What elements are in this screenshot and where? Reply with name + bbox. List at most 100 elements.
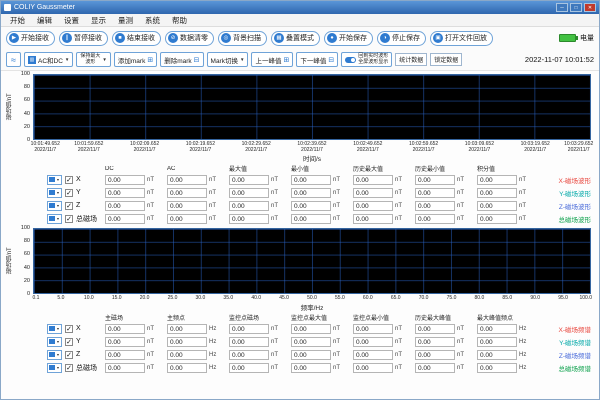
series-style-dropdown[interactable]: ▼ bbox=[47, 201, 62, 211]
stop-save-button[interactable]: ◑停止保存 bbox=[377, 31, 426, 46]
stop-receive-button[interactable]: ■结束接收 bbox=[112, 31, 161, 46]
value-field[interactable]: 0.00 bbox=[229, 201, 269, 211]
value-field[interactable]: 0.00 bbox=[291, 175, 331, 185]
value-field[interactable]: 0.00 bbox=[353, 214, 393, 224]
value-field[interactable]: 0.00 bbox=[477, 337, 517, 347]
value-field[interactable]: 0.00 bbox=[229, 324, 269, 334]
value-field[interactable]: 0.00 bbox=[229, 350, 269, 360]
value-field[interactable]: 0.00 bbox=[229, 188, 269, 198]
series-style-dropdown[interactable]: ▼ bbox=[47, 337, 62, 347]
value-field[interactable]: 0.00 bbox=[353, 201, 393, 211]
menu-item-5[interactable]: 量测 bbox=[113, 14, 138, 27]
value-field[interactable]: 0.00 bbox=[415, 201, 455, 211]
value-field[interactable]: 0.00 bbox=[105, 214, 145, 224]
value-field[interactable]: 0.00 bbox=[105, 201, 145, 211]
value-field[interactable]: 0.00 bbox=[167, 324, 207, 334]
value-field[interactable]: 0.00 bbox=[291, 201, 331, 211]
value-field[interactable]: 0.00 bbox=[415, 363, 455, 373]
close-button[interactable]: ✕ bbox=[584, 3, 596, 12]
value-field[interactable]: 0.00 bbox=[167, 175, 207, 185]
value-field[interactable]: 0.00 bbox=[291, 324, 331, 334]
minimize-button[interactable]: ─ bbox=[556, 3, 568, 12]
value-field[interactable]: 0.00 bbox=[353, 337, 393, 347]
series-style-dropdown[interactable]: ▼ bbox=[47, 324, 62, 334]
value-field[interactable]: 0.00 bbox=[415, 214, 455, 224]
acdc-mode-select[interactable]: ▥ AC和DC ▼ bbox=[24, 52, 73, 67]
value-field[interactable]: 0.00 bbox=[105, 350, 145, 360]
value-field[interactable]: 0.00 bbox=[291, 214, 331, 224]
series-checkbox[interactable]: ✓ bbox=[65, 189, 73, 197]
value-field[interactable]: 0.00 bbox=[167, 201, 207, 211]
value-field[interactable]: 0.00 bbox=[167, 337, 207, 347]
menu-item-2[interactable]: 编辑 bbox=[32, 14, 57, 27]
fullscreen-toggle-button[interactable]: 回到实时波形 全屏波形显示 bbox=[341, 52, 392, 67]
series-style-dropdown[interactable]: ▼ bbox=[47, 350, 62, 360]
value-field[interactable]: 0.00 bbox=[477, 214, 517, 224]
series-style-dropdown[interactable]: ▼ bbox=[47, 175, 62, 185]
value-field[interactable]: 0.00 bbox=[353, 175, 393, 185]
menu-item-3[interactable]: 设置 bbox=[59, 14, 84, 27]
value-field[interactable]: 0.00 bbox=[477, 324, 517, 334]
value-field[interactable]: 0.00 bbox=[229, 175, 269, 185]
series-checkbox[interactable]: ✓ bbox=[65, 351, 73, 359]
maximize-button[interactable]: □ bbox=[570, 3, 582, 12]
series-style-dropdown[interactable]: ▼ bbox=[47, 214, 62, 224]
value-field[interactable]: 0.00 bbox=[105, 175, 145, 185]
value-field[interactable]: 0.00 bbox=[477, 363, 517, 373]
value-field[interactable]: 0.00 bbox=[477, 201, 517, 211]
value-field[interactable]: 0.00 bbox=[291, 350, 331, 360]
pause-receive-button[interactable]: ∥暂停接收 bbox=[59, 31, 108, 46]
value-field[interactable]: 0.00 bbox=[353, 363, 393, 373]
series-checkbox[interactable]: ✓ bbox=[65, 176, 73, 184]
hold-max-button[interactable]: 保持最大 波形 ▼ bbox=[76, 52, 110, 67]
value-field[interactable]: 0.00 bbox=[105, 324, 145, 334]
time-plot-area[interactable] bbox=[33, 74, 591, 140]
clear-data-button[interactable]: ⊘数据清零 bbox=[165, 31, 214, 46]
series-checkbox[interactable]: ✓ bbox=[65, 215, 73, 223]
overlay-mode-button[interactable]: ▦叠置模式 bbox=[271, 31, 320, 46]
menu-item-1[interactable]: 开始 bbox=[5, 14, 30, 27]
value-field[interactable]: 0.00 bbox=[415, 175, 455, 185]
open-playback-button[interactable]: ▣打开文件回放 bbox=[430, 31, 493, 46]
value-field[interactable]: 0.00 bbox=[353, 188, 393, 198]
value-field[interactable]: 0.00 bbox=[353, 350, 393, 360]
value-field[interactable]: 0.00 bbox=[229, 214, 269, 224]
series-checkbox[interactable]: ✓ bbox=[65, 338, 73, 346]
waveform-display-button[interactable]: ≈ bbox=[6, 52, 21, 67]
value-field[interactable]: 0.00 bbox=[167, 188, 207, 198]
prev-peak-button[interactable]: 上一峰值 ⊞ bbox=[251, 52, 293, 67]
value-field[interactable]: 0.00 bbox=[415, 350, 455, 360]
value-field[interactable]: 0.00 bbox=[477, 188, 517, 198]
start-receive-button[interactable]: ▶开始接收 bbox=[6, 31, 55, 46]
value-field[interactable]: 0.00 bbox=[105, 337, 145, 347]
value-field[interactable]: 0.00 bbox=[477, 350, 517, 360]
value-field[interactable]: 0.00 bbox=[291, 363, 331, 373]
start-save-button[interactable]: ●开始保存 bbox=[324, 31, 373, 46]
series-checkbox[interactable]: ✓ bbox=[65, 325, 73, 333]
value-field[interactable]: 0.00 bbox=[229, 337, 269, 347]
value-field[interactable]: 0.00 bbox=[353, 324, 393, 334]
series-style-dropdown[interactable]: ▼ bbox=[47, 363, 62, 373]
add-mark-button[interactable]: 添加mark ⊞ bbox=[114, 52, 157, 67]
value-field[interactable]: 0.00 bbox=[415, 337, 455, 347]
value-field[interactable]: 0.00 bbox=[291, 337, 331, 347]
value-field[interactable]: 0.00 bbox=[291, 188, 331, 198]
next-peak-button[interactable]: 下一峰值 ⊟ bbox=[296, 52, 338, 67]
background-scan-button[interactable]: ◎背景扫描 bbox=[218, 31, 267, 46]
menu-item-4[interactable]: 显示 bbox=[86, 14, 111, 27]
stat-data-button[interactable]: 统计数据 bbox=[395, 53, 427, 66]
frequency-plot-area[interactable] bbox=[33, 228, 591, 294]
value-field[interactable]: 0.00 bbox=[477, 175, 517, 185]
delete-mark-button[interactable]: 删除mark ⊟ bbox=[160, 52, 203, 67]
series-checkbox[interactable]: ✓ bbox=[65, 364, 73, 372]
menu-item-6[interactable]: 系统 bbox=[140, 14, 165, 27]
value-field[interactable]: 0.00 bbox=[105, 363, 145, 373]
value-field[interactable]: 0.00 bbox=[167, 350, 207, 360]
value-field[interactable]: 0.00 bbox=[229, 363, 269, 373]
mark-switch-select[interactable]: Mark切换 ▼ bbox=[207, 52, 249, 67]
series-style-dropdown[interactable]: ▼ bbox=[47, 188, 62, 198]
lock-data-button[interactable]: 锁定数据 bbox=[430, 53, 462, 66]
value-field[interactable]: 0.00 bbox=[167, 363, 207, 373]
value-field[interactable]: 0.00 bbox=[167, 214, 207, 224]
series-checkbox[interactable]: ✓ bbox=[65, 202, 73, 210]
